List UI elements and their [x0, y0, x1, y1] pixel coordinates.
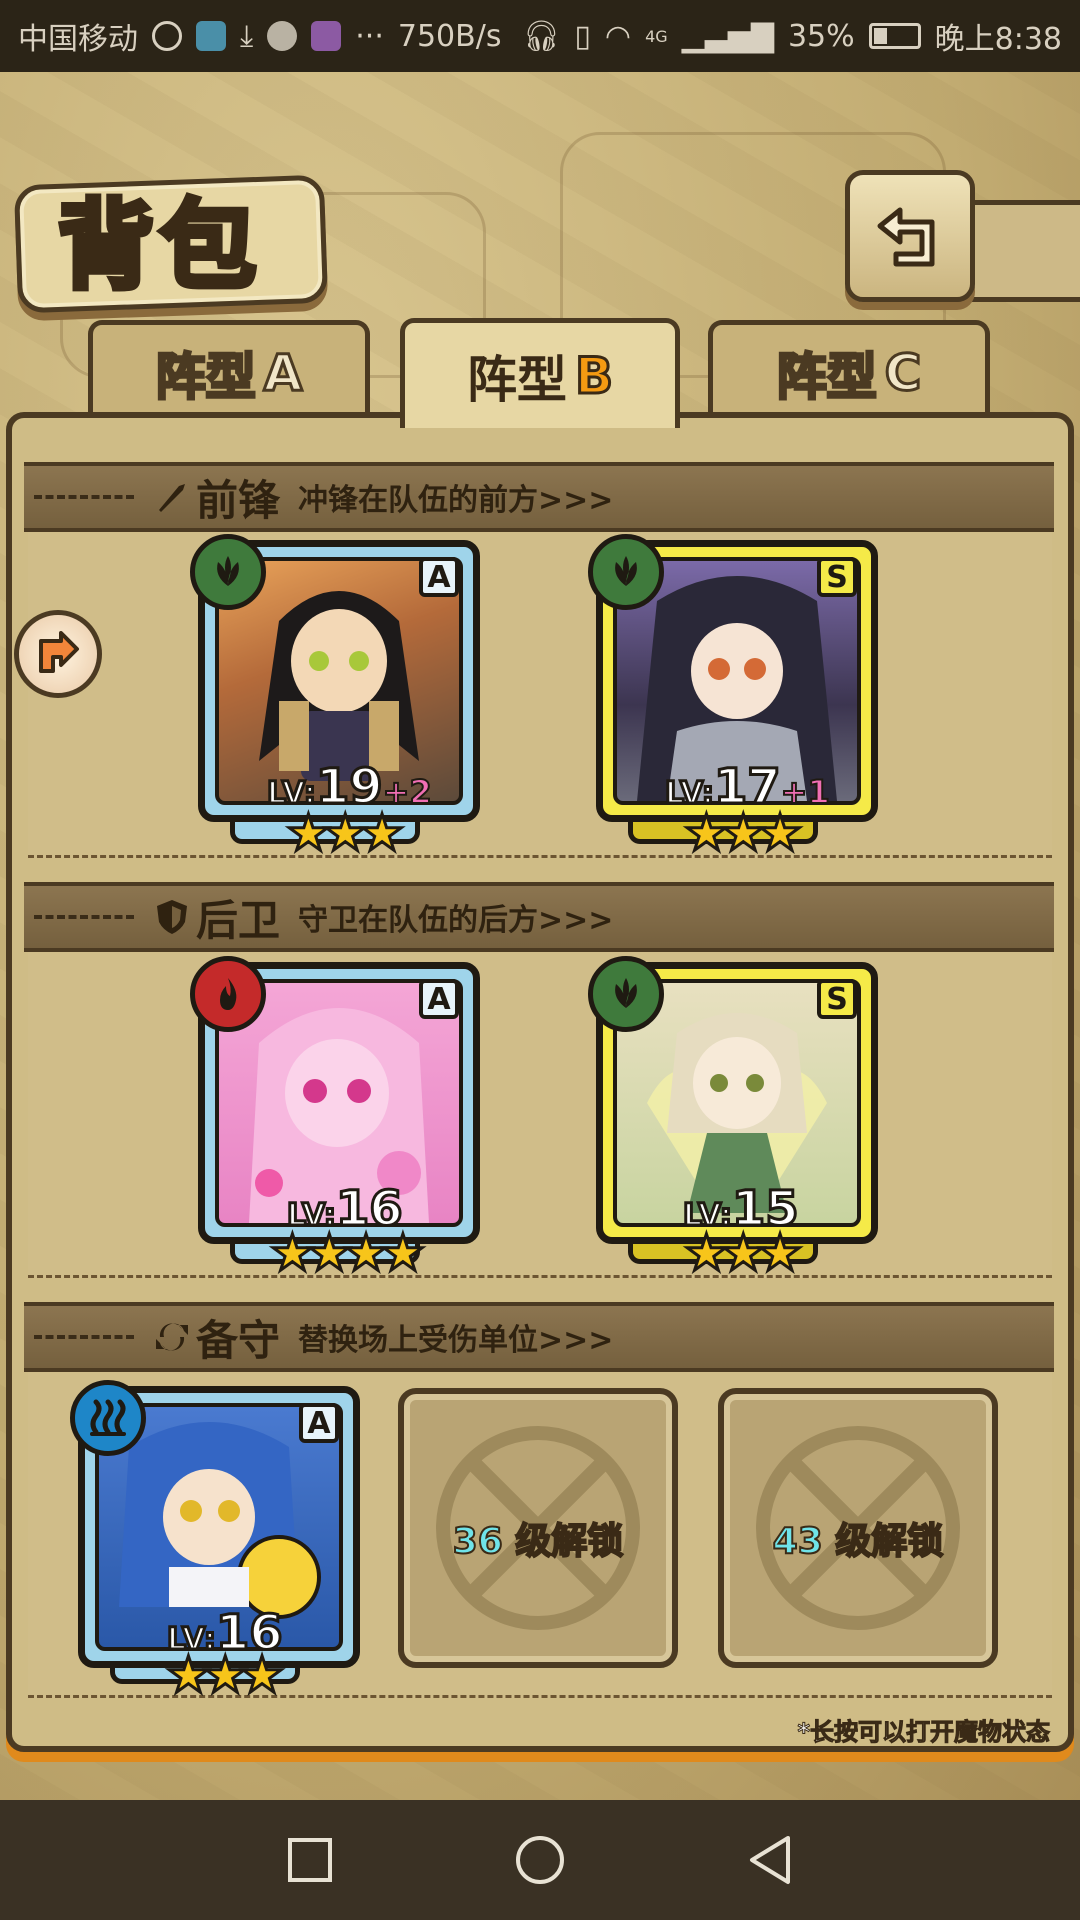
- divider: [34, 495, 134, 499]
- sword-icon: [154, 479, 190, 515]
- section-title: 前锋: [196, 475, 281, 525]
- swap-icon: [154, 1319, 190, 1355]
- status-bar: 中国移动 ⤓ ··· 750B/s 🎧︎ ▯ ◠ 4G ▁▃▅▇ 35% 晚上8…: [0, 0, 1080, 72]
- network-speed: 750B/s: [397, 18, 502, 54]
- section-desc: 守卫在队伍的后方>>>: [298, 903, 614, 938]
- leaf-element-icon: [588, 534, 664, 610]
- leaf-element-icon: [588, 956, 664, 1032]
- rank-badge: A: [299, 1403, 339, 1443]
- download-icon: ⤓: [240, 18, 254, 54]
- signal-icon: ▁▃▅▇: [681, 18, 774, 54]
- star-rating: ★ ★ ★: [683, 807, 804, 860]
- home-button[interactable]: [510, 1830, 570, 1890]
- arrow-icon: [39, 631, 79, 673]
- section-title: 后卫: [196, 895, 281, 945]
- wechat-icon: [267, 21, 298, 51]
- front-row: [28, 528, 1052, 858]
- fire-element-icon: [190, 956, 266, 1032]
- star-rating: ★ ★ ★ ★: [269, 1227, 427, 1280]
- unlock-requirement: 43 级解锁: [724, 1512, 992, 1564]
- more-icon: ···: [355, 18, 384, 54]
- section-header-reserve: 备守 替换场上受伤单位>>>: [24, 1302, 1054, 1372]
- vibrate-icon: ▯: [574, 18, 591, 54]
- circle-icon: [516, 1836, 564, 1884]
- unlock-requirement: 36 级解锁: [404, 1512, 672, 1564]
- section-header-front: 前锋 冲锋在队伍的前方>>>: [24, 462, 1054, 532]
- tab-letter: B: [573, 345, 614, 406]
- wifi-icon: ◠: [604, 18, 632, 54]
- star-icon: ★: [756, 1224, 804, 1282]
- carrier-label: 中国移动: [18, 22, 138, 57]
- app-icon: [196, 21, 226, 51]
- tab-label: 阵型: [775, 346, 878, 407]
- alarm-icon: [152, 21, 182, 51]
- section-desc: 冲锋在队伍的前方>>>: [298, 483, 614, 518]
- rank-badge: A: [419, 557, 459, 597]
- section-desc: 替换场上受伤单位>>>: [298, 1323, 614, 1358]
- tab-label: 阵型: [466, 350, 567, 409]
- leaf-element-icon: [190, 534, 266, 610]
- square-icon: [288, 1838, 332, 1882]
- clock: 晚上8:38: [934, 22, 1062, 57]
- hint-text: *长按可以打开魔物状态: [797, 1718, 1051, 1747]
- section-header-back: 后卫 守卫在队伍的后方>>>: [24, 882, 1054, 952]
- locked-slot-1[interactable]: 36 级解锁: [398, 1388, 678, 1668]
- star-icon: ★: [379, 1224, 427, 1282]
- rank-badge: A: [419, 979, 459, 1019]
- tab-formation-b[interactable]: 阵型 B: [400, 318, 680, 428]
- locked-slot-2[interactable]: 43 级解锁: [718, 1388, 998, 1668]
- section-title: 备守: [196, 1315, 281, 1365]
- star-icon: ★: [358, 804, 406, 862]
- tab-letter: C: [883, 342, 923, 403]
- star-rating: ★ ★ ★: [165, 1649, 286, 1702]
- triangle-back-icon: [750, 1836, 790, 1884]
- water-element-icon: [70, 1380, 146, 1456]
- tab-letter: A: [262, 342, 304, 403]
- rank-badge: S: [817, 979, 857, 1019]
- back-row: [28, 948, 1052, 1278]
- app-icon: [311, 21, 342, 51]
- unlock-level: 36: [452, 1520, 504, 1563]
- tab-formation-a[interactable]: 阵型 A: [88, 320, 370, 420]
- star-rating: ★ ★ ★: [285, 807, 406, 860]
- star-icon: ★: [238, 1646, 286, 1704]
- star-icon: ★: [756, 804, 804, 862]
- unlock-level: 43: [772, 1520, 824, 1563]
- divider: [34, 915, 134, 919]
- network-type: 4G: [645, 26, 668, 46]
- star-rating: ★ ★ ★: [683, 1227, 804, 1280]
- tab-label: 阵型: [154, 346, 257, 407]
- android-nav-bar: [0, 1800, 1080, 1920]
- battery-percent: 35%: [787, 18, 855, 54]
- back-button[interactable]: [845, 170, 975, 302]
- unlock-label: 级解锁: [834, 1520, 944, 1563]
- back-nav-button[interactable]: [740, 1830, 800, 1890]
- headphones-icon: 🎧︎: [522, 18, 561, 54]
- recent-apps-button[interactable]: [280, 1830, 340, 1890]
- rank-badge: S: [817, 557, 857, 597]
- tab-formation-c[interactable]: 阵型 C: [708, 320, 990, 420]
- divider: [34, 1335, 134, 1339]
- return-arrow-icon: [877, 207, 935, 267]
- unlock-label: 级解锁: [514, 1520, 624, 1563]
- side-arrow-button[interactable]: [14, 610, 102, 698]
- page-title: 背包: [55, 186, 262, 305]
- shield-icon: [154, 899, 190, 935]
- battery-icon: [868, 23, 921, 49]
